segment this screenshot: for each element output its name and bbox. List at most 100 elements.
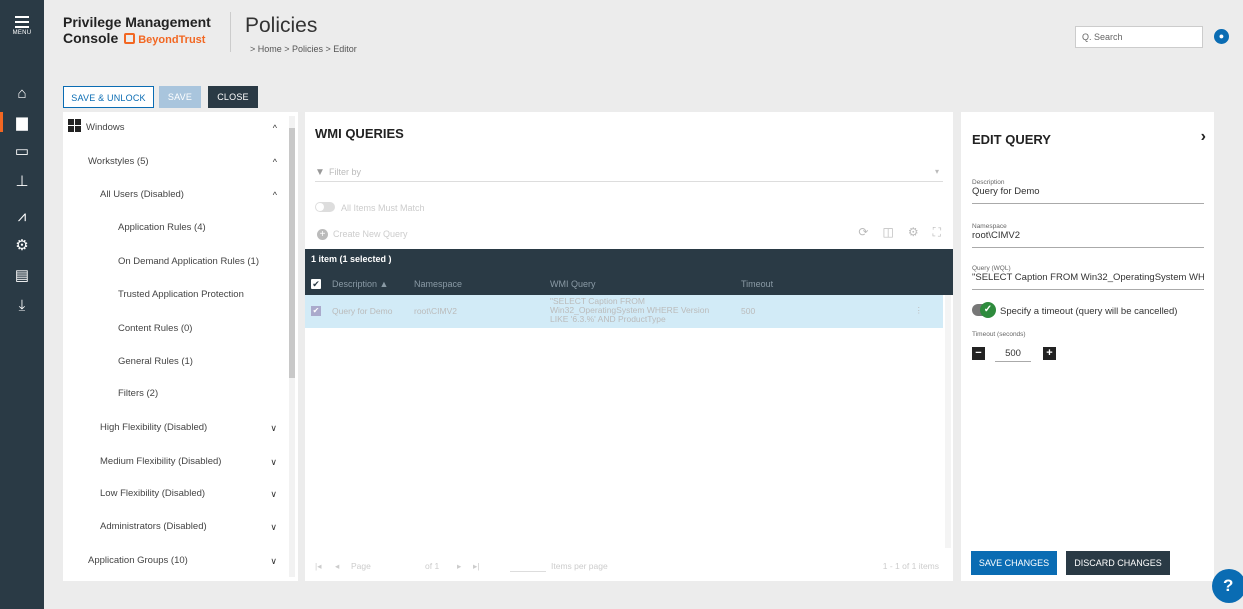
tree-scrollbar[interactable] [289,116,295,577]
chevron-up-icon[interactable]: ^ [273,152,277,172]
query-field[interactable]: Query (WQL) "SELECT Caption FROM Win32_O… [972,265,1204,290]
menu-button[interactable]: MENU [0,16,44,36]
filter-icon: ▼ [315,167,325,178]
tree-item[interactable]: Application Groups (10) ∨ [63,551,285,571]
help-button[interactable]: ? [1212,569,1243,603]
description-value: Query for Demo [972,186,1040,197]
first-page-icon[interactable]: |◂ [315,552,321,581]
tree-item[interactable]: All Users (Disabled) ^ [63,185,285,205]
tree-item[interactable]: On Demand Application Rules (1) [63,252,285,272]
menu-label: MENU [12,30,32,36]
timeout-toggle[interactable]: ✓ Specify a timeout (query will be cancel… [972,302,1177,318]
chevron-down-icon[interactable]: ∨ [270,517,277,537]
hierarchy-icon[interactable]: ⊥ [0,168,44,194]
description-label: Description [972,179,1005,186]
save-button[interactable]: SAVE [159,86,201,108]
policy-tree: Windows ^ Workstyles (5) ^ All Users (Disabl… [63,112,298,581]
namespace-label: Namespace [972,223,1007,230]
prev-page-icon[interactable]: ◂ [335,552,339,581]
tree-item[interactable]: Administrators (Disabled) ∨ [63,517,285,537]
col-description[interactable]: Description ▲ [332,279,388,289]
tree-item[interactable]: Filters (2) [63,384,285,404]
chevron-down-icon[interactable]: ∨ [270,452,277,472]
chevron-down-icon[interactable]: ▾ [935,164,939,180]
brand-line2: Console [63,30,119,46]
chevron-down-icon[interactable]: ∨ [270,418,277,438]
tree-item-label: Trusted Application Protection [118,289,244,300]
namespace-value: root\CIMV2 [972,230,1021,241]
save-changes-button[interactable]: SAVE CHANGES [971,551,1057,575]
tree-item-label: Administrators (Disabled) [100,521,207,532]
tree-item-label: On Demand Application Rules (1) [118,256,259,267]
edit-query-panel: EDIT QUERY › Description Query for Demo … [961,112,1214,581]
chevron-up-icon[interactable]: ^ [273,185,277,205]
close-button[interactable]: CLOSE [208,86,258,108]
table-row[interactable]: ✔ Query for Demo root\CIMV2 "SELECT Capt… [305,295,943,328]
policies-icon[interactable]: ▆ [0,109,44,135]
tree-item[interactable]: Trusted Application Protection [63,285,285,305]
row-checkbox[interactable]: ✔ [311,306,321,316]
col-timeout[interactable]: Timeout [741,279,773,289]
tree-item[interactable]: Application Rules (4) [63,218,285,238]
tree-item[interactable]: High Flexibility (Disabled) ∨ [63,418,285,438]
clipboard-icon[interactable]: ▤ [0,262,44,288]
cell-wmi-query: "SELECT Caption FROM Win32_OperatingSyst… [550,297,710,324]
wmi-title: WMI QUERIES [315,126,404,141]
per-page-select[interactable] [510,571,546,572]
header-divider [230,12,231,52]
filter-input[interactable]: ▼ Filter by ▾ [315,164,943,182]
home-icon[interactable]: ⌂ [0,80,44,106]
user-account-icon[interactable]: ● [1214,29,1229,44]
search-input[interactable]: Q. Search [1075,26,1203,48]
chevron-up-icon[interactable]: ^ [273,118,277,138]
check-circle-icon: ✓ [980,302,996,318]
last-page-icon[interactable]: ▸| [473,552,479,581]
select-all-checkbox[interactable]: ✔ [311,279,321,289]
tree-item-label: Workstyles (5) [88,156,149,167]
tree-item[interactable]: Low Flexibility (Disabled) ∨ [63,484,285,504]
wmi-queries-panel: WMI QUERIES ▼ Filter by ▾ All Items Must… [305,112,953,581]
tree-item[interactable]: General Rules (1) [63,352,285,372]
tree-item-label: Low Flexibility (Disabled) [100,488,206,499]
tree-scroll-thumb[interactable] [289,128,295,378]
namespace-field[interactable]: Namespace root\CIMV2 [972,223,1204,248]
vendor-name: BeyondTrust [138,34,206,46]
chevron-down-icon[interactable]: ∨ [270,551,277,571]
deploy-icon[interactable]: ⤓ [0,292,44,318]
pager-range: 1 - 1 of 1 items [882,561,939,571]
all-items-toggle[interactable]: All Items Must Match [315,202,425,213]
col-wmi-query[interactable]: WMI Query [550,279,596,289]
increment-button[interactable]: + [1043,347,1056,360]
discard-changes-button[interactable]: DISCARD CHANGES [1066,551,1170,575]
cell-description: Query for Demo [332,306,393,316]
breadcrumb[interactable]: > Home > Policies > Editor [250,44,357,54]
next-page-icon[interactable]: ▸ [457,552,461,581]
grid-scrollbar[interactable] [945,295,951,548]
query-value: "SELECT Caption FROM Win32_OperatingSyst… [972,272,1204,283]
timeout-input[interactable]: 500 [995,346,1031,362]
tree-item-label: Application Groups (10) [88,555,188,566]
description-field[interactable]: Description Query for Demo [972,179,1204,204]
tree-item[interactable]: Windows ^ [63,118,285,138]
columns-icon[interactable]: ◫ [882,225,893,239]
query-label: Query (WQL) [972,265,1011,272]
fullscreen-icon[interactable]: ⛶ [933,225,941,239]
settings-icon[interactable]: ⚙ [0,232,44,258]
pager: |◂ ◂ Page of 1 ▸ ▸| Items per page 1 - 1… [305,552,953,581]
checkmark-icon: ✔ [311,279,321,289]
save-unlock-button[interactable]: SAVE & UNLOCK [63,86,154,108]
tree-item[interactable]: Content Rules (0) [63,319,285,339]
tree-item-label: All Users (Disabled) [100,189,184,200]
gear-icon[interactable]: ⚙ [908,225,919,239]
tree-item[interactable]: Workstyles (5) ^ [63,152,285,172]
chevron-right-icon[interactable]: › [1201,128,1206,146]
analytics-icon[interactable]: ⩘ [0,203,44,229]
computers-icon[interactable]: ▭ [0,138,44,164]
create-new-query-button[interactable]: + Create New Query [317,229,408,240]
decrement-button[interactable]: − [972,347,985,360]
row-menu-icon[interactable]: ⋮ [915,305,924,316]
refresh-icon[interactable]: ⟳ [858,225,868,239]
chevron-down-icon[interactable]: ∨ [270,484,277,504]
col-namespace[interactable]: Namespace [414,279,462,289]
tree-item[interactable]: Medium Flexibility (Disabled) ∨ [63,452,285,472]
